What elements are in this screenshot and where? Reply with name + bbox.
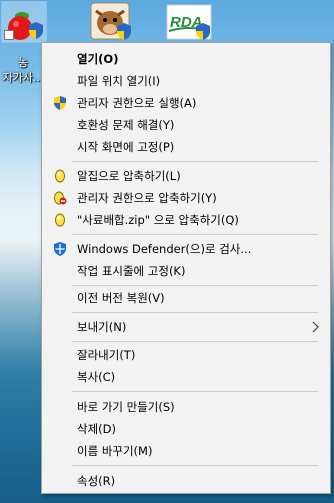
menu-item-label: 삭제(D) <box>77 422 116 436</box>
menu-separator <box>72 234 318 235</box>
menu-item-label: 열기(O) <box>77 52 119 66</box>
cow-icon <box>90 2 131 40</box>
menu-item-label: 보내기(N) <box>77 320 127 334</box>
menu-item-label: 속성(R) <box>77 474 116 488</box>
menu-item-cut[interactable]: 잘라내기(T) <box>42 344 330 366</box>
menu-item-troubleshoot-compat[interactable]: 호환성 문제 해결(Y) <box>42 114 330 136</box>
menu-item-label: "사료배합.zip" 으로 압축하기(Q) <box>77 213 239 227</box>
menu-item-defender-scan[interactable]: Windows Defender(으)로 검사... <box>42 238 330 260</box>
menu-item-label: 관리자 권한으로 압축하기(Y) <box>77 191 217 205</box>
menu-item-pin-to-taskbar[interactable]: 작업 표시줄에 고정(K) <box>42 260 330 282</box>
menu-item-delete[interactable]: 삭제(D) <box>42 418 330 440</box>
menu-separator <box>72 341 318 342</box>
menu-separator <box>72 391 318 392</box>
menu-item-label: 관리자 권한으로 실행(A) <box>77 96 197 110</box>
menu-item-compress-admin[interactable]: 관리자 권한으로 압축하기(Y) <box>42 187 330 209</box>
menu-separator <box>72 161 318 162</box>
menu-separator <box>72 312 318 313</box>
menu-item-rename[interactable]: 이름 바꾸기(M) <box>42 440 330 462</box>
menu-separator <box>72 465 318 466</box>
menu-item-label: 이름 바꾸기(M) <box>77 444 153 458</box>
menu-item-label: 잘라내기(T) <box>77 348 136 362</box>
menu-item-open-location[interactable]: 파일 위치 열기(I) <box>42 70 330 92</box>
menu-item-label: 호환성 문제 해결(Y) <box>77 118 175 132</box>
rda-icon: RDA <box>166 4 212 40</box>
desktop-icon-cow[interactable] <box>88 1 134 43</box>
alzip-icon <box>55 169 65 183</box>
menu-item-label: 바로 가기 만들기(S) <box>77 400 175 414</box>
menu-item-send-to[interactable]: 보내기(N) <box>42 316 330 338</box>
menu-item-label: 시작 화면에 고정(P) <box>77 140 175 154</box>
desktop-icon-apple[interactable] <box>1 1 47 43</box>
chevron-right-icon <box>312 321 319 333</box>
uac-shield-icon <box>54 96 66 110</box>
menu-item-properties[interactable]: 속성(R) <box>42 470 330 492</box>
menu-item-compress-alzip[interactable]: 알집으로 압축하기(L) <box>42 165 330 187</box>
menu-item-run-as-admin[interactable]: 관리자 권한으로 실행(A) <box>42 92 330 114</box>
desktop-icon-rda[interactable]: RDA <box>165 1 212 43</box>
menu-separator <box>72 285 318 286</box>
menu-item-label: 복사(C) <box>77 370 116 384</box>
context-menu: 열기(O) 파일 위치 열기(I) 관리자 권한으로 실행(A) 호환성 문제 … <box>41 42 331 494</box>
menu-item-label: 작업 표시줄에 고정(K) <box>77 264 186 278</box>
menu-item-restore-previous[interactable]: 이전 버전 복원(V) <box>42 287 330 309</box>
menu-item-label: 이전 버전 복원(V) <box>77 291 165 305</box>
menu-item-label: 파일 위치 열기(I) <box>77 74 161 88</box>
menu-item-compress-zip[interactable]: "사료배합.zip" 으로 압축하기(Q) <box>42 209 330 231</box>
desktop-icon-label: 농 자가사... <box>2 56 44 84</box>
alzip-admin-icon <box>54 191 67 205</box>
menu-item-label: 알집으로 압축하기(L) <box>77 169 181 183</box>
menu-item-open[interactable]: 열기(O) <box>42 48 330 70</box>
windows-defender-icon <box>54 242 66 256</box>
shortcut-arrow-icon <box>4 30 14 40</box>
menu-item-label: Windows Defender(으)로 검사... <box>77 242 252 256</box>
alzip-icon <box>55 213 65 227</box>
menu-item-copy[interactable]: 복사(C) <box>42 366 330 388</box>
menu-item-create-shortcut[interactable]: 바로 가기 만들기(S) <box>42 396 330 418</box>
menu-item-pin-to-start[interactable]: 시작 화면에 고정(P) <box>42 136 330 158</box>
